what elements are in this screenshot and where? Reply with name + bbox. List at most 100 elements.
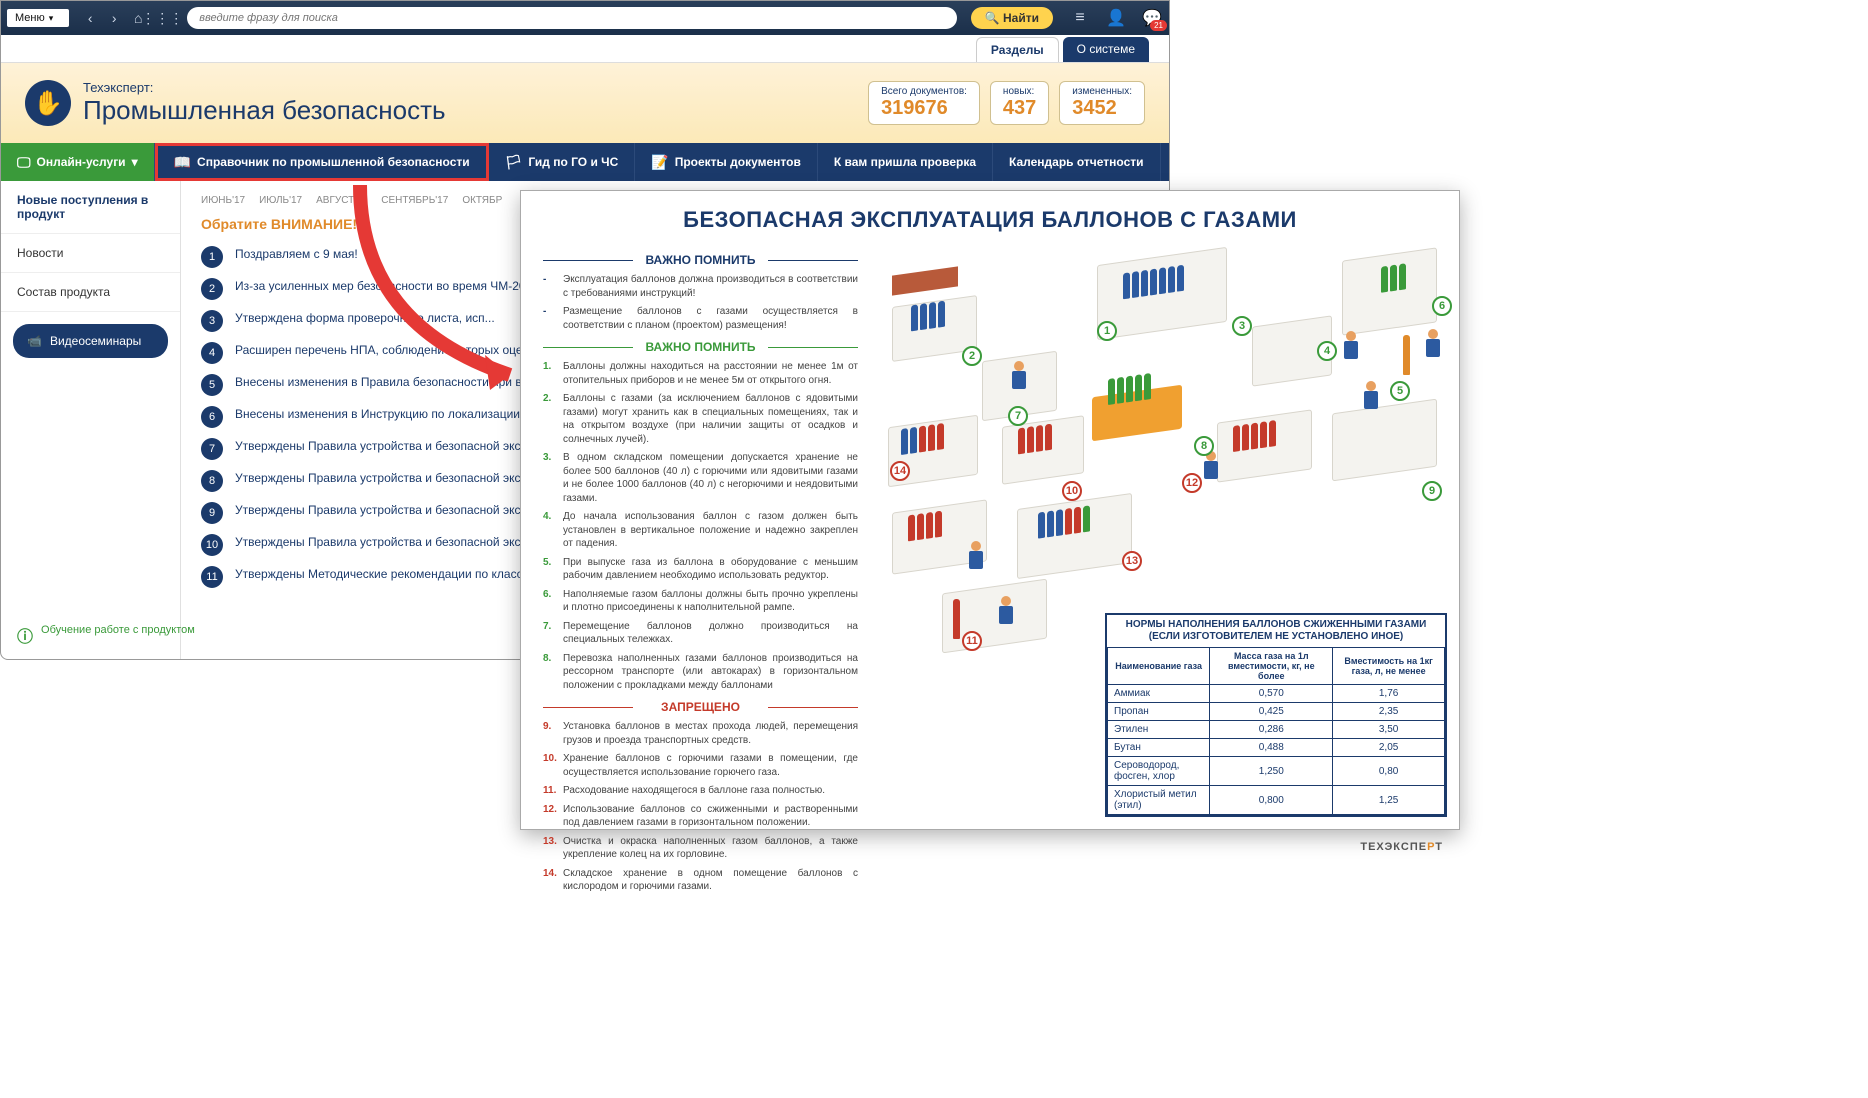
worker-graphic xyxy=(1424,329,1442,359)
techexpert-logo: ТЕХЭКСПЕРТ xyxy=(1360,841,1443,853)
logo-icon: ✋ xyxy=(25,80,71,126)
month[interactable]: АВГУСТ'17 xyxy=(316,195,367,206)
doc-icon: 📝 xyxy=(651,154,668,171)
news-text: Внесены изменения в Инструкцию по локали… xyxy=(235,406,530,423)
flag-icon: 🏳 xyxy=(505,154,523,171)
table-row: Этилен0,2863,50 xyxy=(1108,721,1445,739)
marker-12: 12 xyxy=(1182,473,1202,493)
marker-4: 4 xyxy=(1317,341,1337,361)
table-row: Пропан0,4252,35 xyxy=(1108,703,1445,721)
tab-about[interactable]: О системе xyxy=(1063,37,1149,62)
section-forbidden: ЗАПРЕЩЕНО xyxy=(543,700,858,714)
stat-changed: измененных:3452 xyxy=(1059,81,1145,125)
table-header: Масса газа на 1л вместимости, кг, не бол… xyxy=(1210,648,1333,685)
cylinders xyxy=(900,423,945,460)
find-button[interactable]: 🔍 Найти xyxy=(971,7,1053,29)
table-header: Вместимость на 1кг газа, л, не менее xyxy=(1333,648,1445,685)
sidebar-help[interactable]: ⓘОбучение работе с продуктом xyxy=(17,623,195,647)
cylinders xyxy=(1017,423,1053,459)
seminar-label: Видеосеминары xyxy=(50,334,141,348)
sidebar: Новые поступления в продукт Новости Сост… xyxy=(1,181,181,659)
month[interactable]: СЕНТЯБРЬ'17 xyxy=(381,195,448,206)
month[interactable]: ОКТЯБР xyxy=(462,195,502,206)
menubar: 🖵Онлайн-услуги ▾ 📖Справочник по промышле… xyxy=(1,143,1169,181)
topbar: Меню ‹ › ⌂ ⋮⋮⋮ 🔍 Найти ≡ 👤 💬21 xyxy=(1,1,1169,35)
news-text: Утверждена форма проверочного листа, исп… xyxy=(235,310,495,327)
month[interactable]: ИЮНЬ'17 xyxy=(201,195,245,206)
overlay-left: ВАЖНО ПОМНИТЬ -Эксплуатация баллонов дол… xyxy=(521,191,876,829)
overlay-window: БЕЗОПАСНАЯ ЭКСПЛУАТАЦИЯ БАЛЛОНОВ С ГАЗАМ… xyxy=(520,190,1460,830)
menu-handbook[interactable]: 📖Справочник по промышленной безопасности xyxy=(155,143,489,181)
stat-label: Всего документов: xyxy=(881,86,967,97)
cylinders xyxy=(1380,263,1407,298)
tabs-row: Разделы О системе xyxy=(1,35,1169,63)
cylinders xyxy=(910,300,946,336)
marker-9: 9 xyxy=(1422,481,1442,501)
menu-audit[interactable]: К вам пришла проверка xyxy=(818,143,993,181)
menu-calendar[interactable]: Календарь отчетности xyxy=(993,143,1160,181)
stat-value: 437 xyxy=(1003,97,1036,120)
menu-button[interactable]: Меню xyxy=(7,9,69,27)
brand-main: Промышленная безопасность xyxy=(83,95,446,126)
back-icon[interactable]: ‹ xyxy=(79,7,101,29)
menu-projects[interactable]: 📝Проекты документов xyxy=(635,143,818,181)
search-wrap xyxy=(187,7,956,29)
header-band: ✋ Техэксперт: Промышленная безопасность … xyxy=(1,63,1169,143)
stats: Всего документов:319676 новых:437 измене… xyxy=(868,81,1145,125)
cylinders xyxy=(952,599,961,644)
menu-label: Календарь отчетности xyxy=(1009,155,1143,169)
search-input[interactable] xyxy=(187,7,956,29)
worker-graphic xyxy=(1362,381,1380,411)
month[interactable]: ИЮЛЬ'17 xyxy=(259,195,302,206)
marker-6: 6 xyxy=(1432,296,1452,316)
stat-label: измененных: xyxy=(1072,86,1132,97)
rules-remember2: 1.Баллоны должны находиться на расстояни… xyxy=(543,360,858,692)
section-remember1: ВАЖНО ПОМНИТЬ xyxy=(543,253,858,267)
diagram: 1 2 3 4 5 6 7 8 9 10 11 12 13 14 xyxy=(882,251,1447,631)
worker-graphic xyxy=(967,541,985,571)
news-text: Поздравляем с 9 мая! xyxy=(235,246,358,263)
sidebar-new[interactable]: Новые поступления в продукт xyxy=(1,181,180,234)
tab-sections[interactable]: Разделы xyxy=(976,37,1059,62)
user-icon[interactable]: 👤 xyxy=(1105,7,1127,29)
cylinders xyxy=(1232,420,1277,457)
rules-remember1: -Эксплуатация баллонов должна производит… xyxy=(543,273,858,332)
news-number: 8 xyxy=(201,470,223,492)
table-header-row: Наименование газа Масса газа на 1л вмест… xyxy=(1108,648,1445,685)
cylinders xyxy=(907,510,943,546)
stat-label: новых: xyxy=(1003,86,1036,97)
apps-icon[interactable]: ⋮⋮⋮ xyxy=(151,7,173,29)
menu-label: Гид по ГО и ЧС xyxy=(528,155,618,169)
brand-sub: Техэксперт: xyxy=(83,80,446,95)
forward-icon[interactable]: › xyxy=(103,7,125,29)
section-remember2: ВАЖНО ПОМНИТЬ xyxy=(543,340,858,354)
news-number: 6 xyxy=(201,406,223,428)
stat-new: новых:437 xyxy=(990,81,1049,125)
menu-label: Справочник по промышленной безопасности xyxy=(197,155,470,169)
camera-icon: 📹 xyxy=(27,334,42,348)
menu-online[interactable]: 🖵Онлайн-услуги ▾ xyxy=(1,143,155,181)
sidebar-seminar-button[interactable]: 📹 Видеосеминары xyxy=(13,324,168,358)
sidebar-news[interactable]: Новости xyxy=(1,234,180,273)
marker-10: 10 xyxy=(1062,481,1082,501)
info-icon: ⓘ xyxy=(17,623,33,647)
hamburger-icon[interactable]: ≡ xyxy=(1069,7,1091,29)
news-number: 2 xyxy=(201,278,223,300)
nav-icons: ‹ › ⌂ ⋮⋮⋮ xyxy=(79,7,173,29)
menu-guide[interactable]: 🏳 Гид по ГО и ЧС xyxy=(489,143,636,181)
top-right: ≡ 👤 💬21 xyxy=(1069,7,1163,29)
menu-label: Онлайн-услуги xyxy=(37,155,126,169)
overlay-right: 1 2 3 4 5 6 7 8 9 10 11 12 13 14 НОРМЫ Н… xyxy=(876,191,1459,829)
news-text: Внесены изменения в Правила безопасности… xyxy=(235,374,534,391)
sidebar-content[interactable]: Состав продукта xyxy=(1,273,180,312)
rules-forbidden: 9.Установка баллонов в местах прохода лю… xyxy=(543,720,858,894)
marker-8: 8 xyxy=(1194,436,1214,456)
marker-2: 2 xyxy=(962,346,982,366)
news-number: 10 xyxy=(201,534,223,556)
marker-5: 5 xyxy=(1390,381,1410,401)
table-row: Хлористый метил (этил)0,8001,25 xyxy=(1108,786,1445,815)
news-number: 4 xyxy=(201,342,223,364)
marker-1: 1 xyxy=(1097,321,1117,341)
news-number: 1 xyxy=(201,246,223,268)
chat-icon[interactable]: 💬21 xyxy=(1141,7,1163,29)
